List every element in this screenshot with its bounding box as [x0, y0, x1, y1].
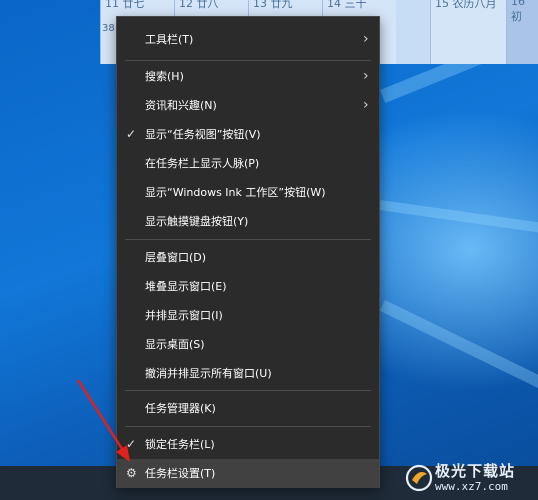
- annotation-arrow: [76, 379, 130, 462]
- watermark: 极光下载站 www.xz7.com: [403, 458, 538, 500]
- watermark-logo-icon: [405, 464, 433, 492]
- arrow-head: [116, 445, 130, 462]
- watermark-title: 极光下载站: [435, 462, 516, 480]
- arrow-shaft: [76, 379, 126, 453]
- watermark-url: www.xz7.com: [435, 480, 508, 493]
